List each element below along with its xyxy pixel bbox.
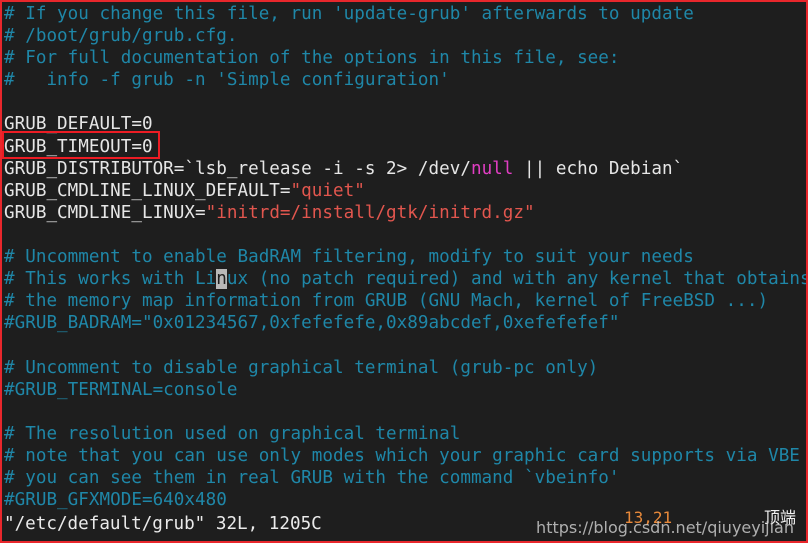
editor-line[interactable]: #GRUB_TERMINAL=console bbox=[4, 379, 806, 401]
editor-line[interactable]: GRUB_CMDLINE_LINUX="initrd=/install/gtk/… bbox=[4, 202, 806, 224]
code-token: # note that you can use only modes which… bbox=[4, 445, 800, 466]
code-token: # The resolution used on graphical termi… bbox=[4, 423, 461, 444]
editor-line[interactable]: GRUB_CMDLINE_LINUX_DEFAULT="quiet" bbox=[4, 180, 806, 202]
editor-line[interactable] bbox=[4, 224, 806, 246]
code-token: "initrd=/install/gtk/initrd.gz" bbox=[205, 202, 535, 223]
editor-line[interactable]: # This works with Linux (no patch requir… bbox=[4, 268, 806, 290]
status-scroll-indicator: 顶端 bbox=[763, 508, 796, 527]
block-cursor: n bbox=[216, 269, 227, 290]
code-token: # info -f grub -n 'Simple configuration' bbox=[4, 70, 450, 91]
editor-line[interactable]: # For full documentation of the options … bbox=[4, 47, 806, 69]
editor-line[interactable]: # the memory map information from GRUB (… bbox=[4, 290, 806, 312]
status-file-info: "/etc/default/grub" 32L, 1205C bbox=[4, 514, 322, 534]
editor-line[interactable] bbox=[4, 334, 806, 356]
code-token: # /boot/grub/grub.cfg. bbox=[4, 26, 238, 47]
code-token: GRUB_TIMEOUT=0 bbox=[4, 136, 153, 157]
code-token: # Uncomment to disable graphical termina… bbox=[4, 357, 599, 378]
code-token: "quiet" bbox=[290, 180, 365, 201]
code-token: # This works with Li bbox=[4, 269, 217, 290]
code-token: GRUB_CMDLINE_LINUX= bbox=[4, 202, 206, 223]
editor-line[interactable]: # Uncomment to disable graphical termina… bbox=[4, 357, 806, 379]
editor-line[interactable]: # note that you can use only modes which… bbox=[4, 445, 806, 467]
code-token: # you can see them in real GRUB with the… bbox=[4, 467, 620, 488]
code-token: GRUB_DISTRIBUTOR=`lsb_release -i -s 2> /… bbox=[4, 158, 471, 179]
editor-line[interactable]: # If you change this file, run 'update-g… bbox=[4, 3, 806, 25]
status-cursor-position: 13,21 bbox=[624, 508, 673, 527]
editor-line[interactable]: # you can see them in real GRUB with the… bbox=[4, 467, 806, 489]
code-token: # the memory map information from GRUB (… bbox=[4, 291, 769, 312]
editor-line[interactable]: # The resolution used on graphical termi… bbox=[4, 423, 806, 445]
editor-line[interactable]: # Uncomment to enable BadRAM filtering, … bbox=[4, 246, 806, 268]
editor-line[interactable]: GRUB_TIMEOUT=0 bbox=[4, 136, 806, 158]
vim-text-buffer[interactable]: # If you change this file, run 'update-g… bbox=[2, 2, 806, 510]
editor-line[interactable] bbox=[4, 401, 806, 423]
code-token: ux (no patch required) and with any kern… bbox=[226, 269, 808, 290]
code-token: # If you change this file, run 'update-g… bbox=[4, 4, 694, 24]
code-token: #GRUB_BADRAM="0x01234567,0xfefefefe,0x89… bbox=[4, 313, 620, 334]
editor-line[interactable]: GRUB_DEFAULT=0 bbox=[4, 113, 806, 135]
code-token: # Uncomment to enable BadRAM filtering, … bbox=[4, 247, 694, 268]
code-token: #GRUB_TERMINAL=console bbox=[4, 379, 238, 400]
code-token: || echo Debian` bbox=[513, 158, 684, 179]
editor-line[interactable]: # /boot/grub/grub.cfg. bbox=[4, 25, 806, 47]
terminal-window: # If you change this file, run 'update-g… bbox=[0, 0, 808, 543]
editor-line[interactable]: # info -f grub -n 'Simple configuration' bbox=[4, 69, 806, 91]
vim-status-line: "/etc/default/grub" 32L, 1205C 13,21 顶端 bbox=[2, 508, 806, 541]
code-token: null bbox=[470, 158, 514, 179]
editor-line[interactable]: #GRUB_BADRAM="0x01234567,0xfefefefe,0x89… bbox=[4, 312, 806, 334]
editor-line[interactable] bbox=[4, 91, 806, 113]
editor-line[interactable]: GRUB_DISTRIBUTOR=`lsb_release -i -s 2> /… bbox=[4, 158, 806, 180]
code-token: GRUB_CMDLINE_LINUX_DEFAULT= bbox=[4, 180, 291, 201]
code-token: GRUB_DEFAULT=0 bbox=[4, 114, 153, 135]
code-token: # For full documentation of the options … bbox=[4, 48, 620, 69]
